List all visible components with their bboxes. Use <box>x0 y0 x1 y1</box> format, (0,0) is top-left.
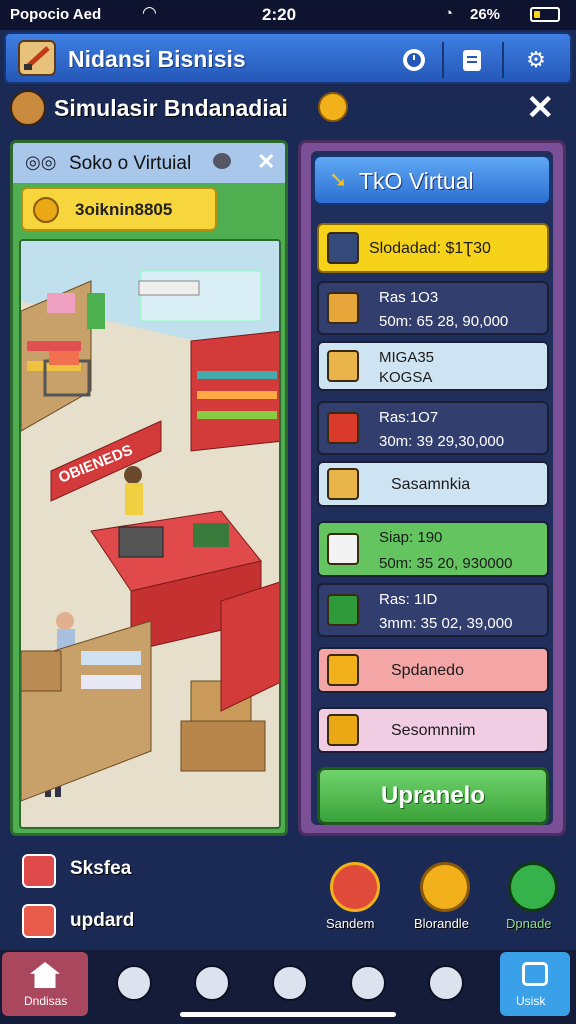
chat-icon <box>213 153 231 169</box>
close-panel-icon[interactable]: ✕ <box>257 149 275 175</box>
shop-item-icon <box>327 350 359 382</box>
nav-bell[interactable] <box>172 950 252 1016</box>
close-icon[interactable]: ✕ <box>526 88 555 128</box>
action-label-1[interactable]: Sksfea <box>70 858 131 880</box>
shop-item-line2: KOGSA <box>379 369 433 386</box>
header-divider <box>442 42 444 78</box>
search-icon <box>116 965 152 1001</box>
shop-item-line2: 50m: 35 20, 930000 <box>379 555 513 572</box>
shop-tab-icon <box>522 962 548 986</box>
shop-menu-title: TkO Virtual <box>359 168 474 194</box>
nav-last-label: Usisk <box>516 994 546 1008</box>
list-icon[interactable] <box>22 904 56 938</box>
status-bar: Popocio Aed ◠ 2:20 ◔ 26% <box>0 0 576 30</box>
shop-item-line2: 30m: 39 29,30,000 <box>379 433 505 450</box>
shop-item-icon <box>327 714 359 746</box>
glasses-icon: ◎◎ <box>25 152 57 172</box>
home-indicator <box>180 1012 396 1017</box>
shop-item-line1: Ras: 1ID <box>379 591 438 608</box>
balance-card: Slodadad: $1Ʈ30 <box>317 223 549 273</box>
profile-icon <box>350 965 386 1001</box>
shop-item-icon <box>327 533 359 565</box>
shop-item-card[interactable]: Ras 1O3 50m: 65 28, 90,000 <box>317 281 549 335</box>
alarm-icon: ◔ <box>444 5 454 22</box>
battery-icon <box>530 7 560 22</box>
shop-item-card[interactable]: MIGA35 KOGSA <box>317 341 549 391</box>
shop-item-icon <box>327 292 359 324</box>
app-header: Nidansi Bisnisis ⚙ <box>4 32 572 84</box>
phone-icon <box>327 232 359 264</box>
shop-item-card[interactable]: Siap: 190 50m: 35 20, 930000 <box>317 521 549 577</box>
nav-home-label: Dndisas <box>24 994 68 1008</box>
clipboard-icon[interactable] <box>454 42 490 78</box>
badge-icon[interactable] <box>420 862 470 912</box>
shop-item-line2: 50m: 65 28, 90,000 <box>379 313 509 330</box>
app-title: Nidansi Bisnisis <box>68 46 246 72</box>
action-label-2[interactable]: updard <box>70 910 134 932</box>
shopkeeper-avatar-icon <box>10 90 46 126</box>
balance-text: Slodadad: $1Ʈ30 <box>369 240 491 257</box>
page-title: Simulasir Bndanadiai <box>54 95 288 121</box>
compass-icon <box>272 965 308 1001</box>
home-icon <box>30 962 60 988</box>
store-panel: ◎◎ Soko o Virtuial ✕ 3oiknin8805 OBIENED… <box>10 140 288 836</box>
store-scene-illustration: OBIENEDS <box>21 241 279 827</box>
status-time: 2:20 <box>262 5 297 24</box>
nav-last-tab[interactable]: Usisk <box>500 952 570 1016</box>
shop-item-line1: Sasamnkia <box>391 476 471 493</box>
shop-item-card[interactable]: Sesomnnim <box>317 707 549 753</box>
round-label-1[interactable]: Sandem <box>326 916 374 931</box>
shop-item-line1: Sesomnnim <box>391 722 476 739</box>
shop-item-icon <box>327 412 359 444</box>
shop-item-card[interactable]: Ras: 1ID 3mm: 35 02, 39,000 <box>317 583 549 637</box>
shopper-icon[interactable] <box>330 862 380 912</box>
app-logo-icon <box>18 40 56 76</box>
round-label-3[interactable]: Dpnade <box>506 916 552 931</box>
round-label-2[interactable]: Blorandle <box>414 916 469 931</box>
upgrade-icon[interactable] <box>508 862 558 912</box>
gear-icon[interactable]: ⚙ <box>518 42 554 78</box>
store-panel-title: Soko o Virtuial <box>69 153 192 174</box>
shop-item-line1: MIGA35 <box>379 349 435 366</box>
store-panel-header: ◎◎ Soko o Virtuial ✕ <box>13 143 285 183</box>
coin-icon <box>318 92 348 122</box>
shop-menu-panel: ➘ TkO Virtual Slodadad: $1Ʈ30 Ras 1O3 50m… <box>298 140 566 836</box>
shop-item-card[interactable]: Ras:1O7 30m: 39 29,30,000 <box>317 401 549 455</box>
store-scene-image[interactable]: OBIENEDS <box>19 239 281 829</box>
shop-item-line2: 3mm: 35 02, 39,000 <box>379 615 513 632</box>
header-divider <box>502 42 504 78</box>
nav-home-tab[interactable]: Dndisas <box>2 952 88 1016</box>
nav-compass[interactable] <box>250 950 330 1016</box>
shop-item-line1: Siap: 190 <box>379 529 443 546</box>
clock-icon[interactable] <box>396 42 432 78</box>
shop-item-card[interactable]: Sasamnkia <box>317 461 549 507</box>
nav-target[interactable] <box>406 950 486 1016</box>
check-coin-icon <box>33 197 59 223</box>
target-icon <box>428 965 464 1001</box>
coin-balance-bar: 3oiknin8805 <box>21 187 217 231</box>
shop-item-icon <box>327 468 359 500</box>
shop-item-line1: Spdanedo <box>391 662 464 679</box>
wifi-icon: ◠ <box>142 3 157 22</box>
shop-item-line1: Ras 1O3 <box>379 289 439 306</box>
shop-menu-header[interactable]: ➘ TkO Virtual <box>313 155 551 205</box>
carrier-label: Popocio Aed <box>10 6 102 23</box>
battery-fill <box>534 11 540 18</box>
nav-profile[interactable] <box>328 950 408 1016</box>
shop-menu-inner: ➘ TkO Virtual Slodadad: $1Ʈ30 Ras 1O3 50m… <box>311 151 553 825</box>
arrow-down-icon: ➘ <box>329 167 348 192</box>
shop-item-line1: Ras:1O7 <box>379 409 439 426</box>
ticket-icon[interactable] <box>22 854 56 888</box>
battery-percentage: 26% <box>470 6 501 23</box>
nav-search[interactable] <box>94 950 174 1016</box>
coin-balance: 3oiknin8805 <box>75 200 173 219</box>
upgrade-button[interactable]: Upranelo <box>317 767 549 825</box>
shop-item-icon <box>327 594 359 626</box>
shop-item-card[interactable]: Spdanedo <box>317 647 549 693</box>
bell-icon <box>194 965 230 1001</box>
shop-item-icon <box>327 654 359 686</box>
